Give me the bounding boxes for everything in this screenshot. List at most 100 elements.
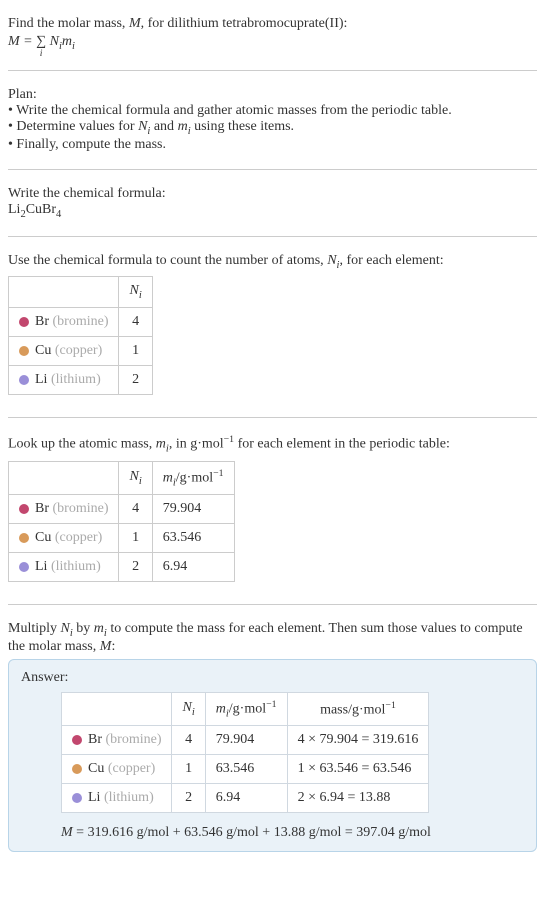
answer-content: Ni mi/g·mol−1 mass/g·mol−1 Br (bromine) … — [21, 692, 524, 841]
plan-heading: Plan: — [8, 87, 537, 103]
count-section: Use the chemical formula to count the nu… — [8, 245, 537, 410]
element-name: (lithium) — [51, 559, 101, 574]
col-ni: Ni — [172, 692, 205, 725]
intro-line: Find the molar mass, M, for dilithium te… — [8, 16, 537, 32]
table-row: Br (bromine) 4 79.904 4 × 79.904 = 319.6… — [62, 726, 429, 755]
col-ni-s: i — [192, 707, 195, 718]
sigma-icon: ∑ — [36, 34, 46, 49]
var-mi-sub: i — [72, 41, 75, 52]
sigma-sub: i — [40, 50, 43, 58]
mi-cell: 79.904 — [152, 495, 234, 524]
col-ni-v: N — [129, 469, 138, 484]
element-bullet-icon — [19, 375, 29, 385]
chem-li: Li — [8, 202, 20, 217]
element-cell: Br (bromine) — [62, 726, 172, 755]
element-cell: Cu (copper) — [9, 337, 119, 366]
col-ni-s: i — [139, 290, 142, 301]
ni-cell: 1 — [119, 337, 152, 366]
ni-cell: 1 — [119, 524, 152, 553]
element-cell: Br (bromine) — [9, 308, 119, 337]
ni-cell: 2 — [119, 553, 152, 582]
mass-cell: 2 × 6.94 = 13.88 — [287, 784, 429, 813]
count-table: Ni Br (bromine) 4 Cu (copper) 1 Li (lith… — [8, 276, 153, 395]
intro-section: Find the molar mass, M, for dilithium te… — [8, 8, 537, 62]
var-Ni: N — [50, 34, 59, 49]
col-ni-v: N — [129, 283, 138, 298]
plan2-b: and — [150, 119, 177, 134]
var-Ni-c: N — [327, 253, 336, 268]
element-cell: Li (lithium) — [62, 784, 172, 813]
chem-cu: Cu — [26, 202, 42, 217]
col-mass-a: mass/g·mol — [320, 702, 385, 717]
table-row: Cu (copper) 1 — [9, 337, 153, 366]
intro-text-a: Find the molar mass, — [8, 16, 129, 31]
element-sym: Li — [35, 372, 47, 387]
element-name: (copper) — [108, 761, 155, 776]
col-mi-v: m — [163, 470, 173, 485]
element-cell: Li (lithium) — [9, 553, 119, 582]
col-ni: Ni — [119, 461, 152, 494]
lk-h-c: for each element in the periodic table: — [234, 437, 450, 452]
element-bullet-icon — [19, 504, 29, 514]
element-bullet-icon — [19, 346, 29, 356]
var-M: M — [129, 16, 141, 31]
table-row: Cu (copper) 1 63.546 — [9, 524, 235, 553]
element-sym: Cu — [35, 530, 51, 545]
element-name: (copper) — [55, 530, 102, 545]
element-bullet-icon — [19, 317, 29, 327]
sup-neg1: −1 — [213, 468, 223, 479]
table-row: Br (bromine) 4 — [9, 308, 153, 337]
plan2-a: • Determine values for — [8, 119, 138, 134]
plan-item-3: • Finally, compute the mass. — [8, 137, 537, 153]
plan-item-1: • Write the chemical formula and gather … — [8, 103, 537, 119]
ni-cell: 4 — [119, 495, 152, 524]
chem-formula-heading: Write the chemical formula: — [8, 186, 537, 202]
mass-cell: 1 × 63.546 = 63.546 — [287, 755, 429, 784]
var-M-final: M — [61, 825, 73, 840]
chem-formula-value: Li2CuBr4 — [8, 202, 537, 220]
mul-d: : — [111, 639, 115, 654]
col-mi: mi/g·mol−1 — [152, 461, 234, 494]
element-sym: Li — [88, 790, 100, 805]
element-bullet-icon — [19, 562, 29, 572]
ni-cell: 2 — [119, 366, 152, 395]
table-header-row: Ni mi/g·mol−1 mass/g·mol−1 — [62, 692, 429, 725]
element-sym: Li — [35, 559, 47, 574]
element-bullet-icon — [72, 735, 82, 745]
lookup-heading: Look up the atomic mass, mi, in g·mol−1 … — [8, 434, 537, 454]
col-element — [9, 461, 119, 494]
element-name: (lithium) — [104, 790, 154, 805]
multiply-section: Multiply Ni by mi to compute the mass fo… — [8, 613, 537, 860]
count-h-b: , for each element: — [339, 253, 443, 268]
element-name: (bromine) — [53, 501, 109, 516]
table-header-row: Ni mi/g·mol−1 — [9, 461, 235, 494]
var-Ni-m: N — [61, 621, 70, 636]
element-sym: Br — [35, 501, 49, 516]
sup-neg1: −1 — [224, 434, 234, 445]
element-sym: Br — [88, 732, 102, 747]
element-cell: Cu (copper) — [62, 755, 172, 784]
col-mi: mi/g·mol−1 — [205, 692, 287, 725]
col-mi-v: m — [216, 702, 226, 717]
eq-sign: = — [20, 34, 36, 49]
var-mi-p: m — [178, 119, 188, 134]
col-mass: mass/g·mol−1 — [287, 692, 429, 725]
var-mi-m: m — [94, 621, 104, 636]
element-sym: Cu — [35, 343, 51, 358]
table-row: Li (lithium) 2 — [9, 366, 153, 395]
table-row: Li (lithium) 2 6.94 — [9, 553, 235, 582]
lookup-section: Look up the atomic mass, mi, in g·mol−1 … — [8, 426, 537, 596]
chem-br: Br — [42, 202, 56, 217]
element-sym: Cu — [88, 761, 104, 776]
lk-h-a: Look up the atomic mass, — [8, 437, 156, 452]
var-mi-l: m — [156, 437, 166, 452]
answer-table: Ni mi/g·mol−1 mass/g·mol−1 Br (bromine) … — [61, 692, 429, 813]
answer-label: Answer: — [21, 670, 524, 686]
element-bullet-icon — [72, 764, 82, 774]
element-bullet-icon — [19, 533, 29, 543]
ni-cell: 4 — [119, 308, 152, 337]
col-element — [9, 277, 119, 308]
divider — [8, 417, 537, 418]
sup-neg1: −1 — [385, 700, 395, 711]
col-mi-unit: /g·mol — [229, 702, 266, 717]
